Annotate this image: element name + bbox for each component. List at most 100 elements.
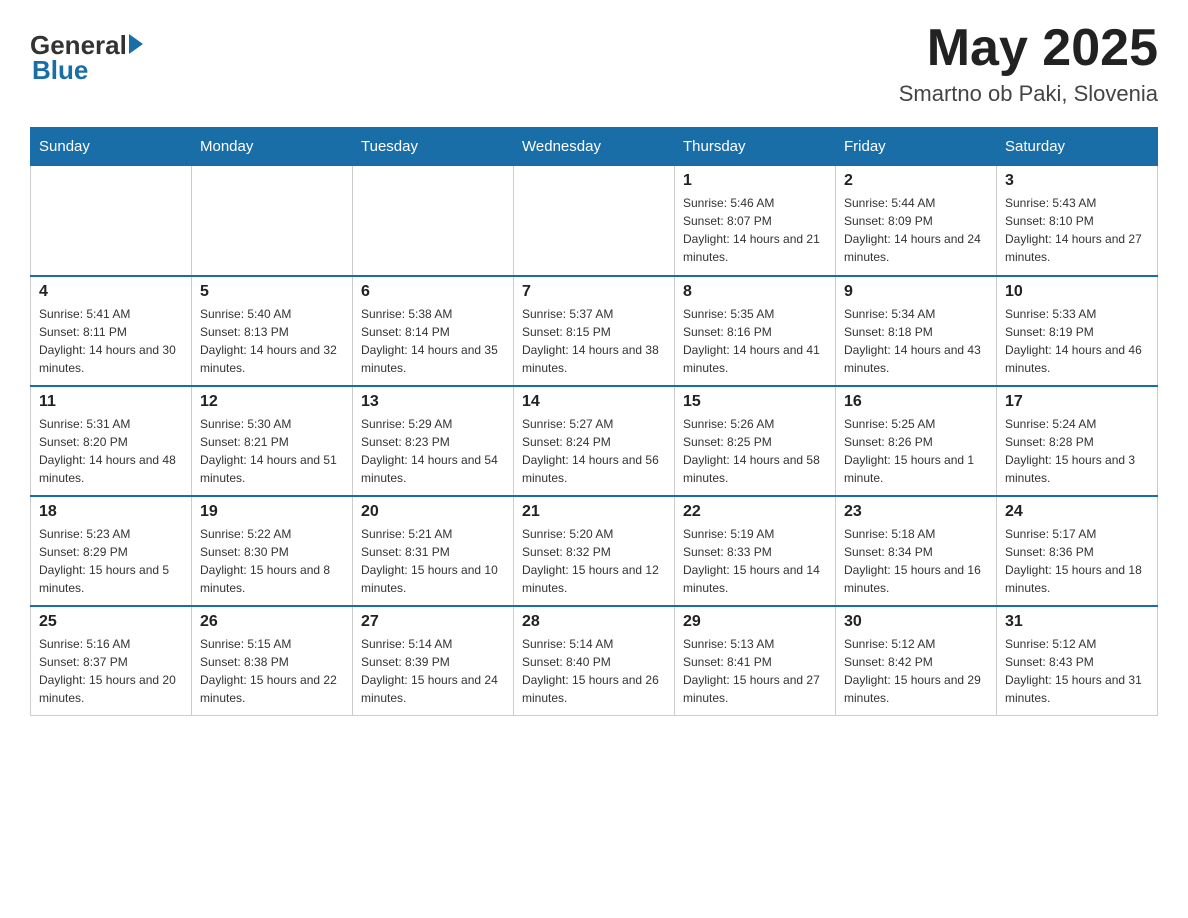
logo-text-container: General Blue xyxy=(30,30,143,86)
day-number: 13 xyxy=(361,393,505,411)
calendar-cell: 29Sunrise: 5:13 AM Sunset: 8:41 PM Dayli… xyxy=(675,606,836,716)
calendar-cell: 11 Sunrise: 5:31 AM Sunset: 8:20 PM Dayli… xyxy=(31,386,192,496)
day-info: Sunrise: 5:18 AM Sunset: 8:34 PM Dayligh… xyxy=(844,525,988,597)
calendar-cell: 25Sunrise: 5:16 AM Sunset: 8:37 PM Dayli… xyxy=(31,606,192,716)
calendar-cell: 3Sunrise: 5:43 AM Sunset: 8:10 PM Daylig… xyxy=(997,166,1158,276)
column-header-tuesday: Tuesday xyxy=(353,128,514,166)
day-number: 19 xyxy=(200,503,344,521)
day-number: 27 xyxy=(361,613,505,631)
day-number: 26 xyxy=(200,613,344,631)
calendar-cell: 27 Sunrise: 5:14 AM Sunset: 8:39 PM Dayli… xyxy=(353,606,514,716)
logo-blue-text: Blue xyxy=(32,55,143,86)
day-number: 12 xyxy=(200,393,344,411)
calendar-cell: 4 Sunrise: 5:41 AM Sunset: 8:11 PM Daylig… xyxy=(31,276,192,386)
calendar-header-row: SundayMondayTuesdayWednesdayThursdayFrid… xyxy=(31,128,1158,166)
day-info: Sunrise: 5:43 AM Sunset: 8:10 PM Dayligh… xyxy=(1005,194,1149,266)
calendar-cell: 12 Sunrise: 5:30 AM Sunset: 8:21 PM Dayli… xyxy=(192,386,353,496)
day-number: 25 xyxy=(39,613,183,631)
calendar-cell: 22Sunrise: 5:19 AM Sunset: 8:33 PM Dayli… xyxy=(675,496,836,606)
calendar-week-row: 4 Sunrise: 5:41 AM Sunset: 8:11 PM Daylig… xyxy=(31,276,1158,386)
day-info: Sunrise: 5:21 AM Sunset: 8:31 PM Dayligh… xyxy=(361,525,505,597)
day-info: Sunrise: 5:24 AM Sunset: 8:28 PM Dayligh… xyxy=(1005,415,1149,487)
calendar-cell xyxy=(31,166,192,276)
day-info: Sunrise: 5:40 AM Sunset: 8:13 PM Dayligh… xyxy=(200,305,344,377)
day-number: 14 xyxy=(522,393,666,411)
calendar-cell: 13 Sunrise: 5:29 AM Sunset: 8:23 PM Dayli… xyxy=(353,386,514,496)
day-info: Sunrise: 5:12 AM Sunset: 8:42 PM Dayligh… xyxy=(844,635,988,707)
day-info: Sunrise: 5:38 AM Sunset: 8:14 PM Dayligh… xyxy=(361,305,505,377)
calendar-title: May 2025 xyxy=(899,20,1158,77)
day-info: Sunrise: 5:22 AM Sunset: 8:30 PM Dayligh… xyxy=(200,525,344,597)
column-header-saturday: Saturday xyxy=(997,128,1158,166)
title-section: May 2025 Smartno ob Paki, Slovenia xyxy=(899,20,1158,107)
day-number: 28 xyxy=(522,613,666,631)
day-info: Sunrise: 5:17 AM Sunset: 8:36 PM Dayligh… xyxy=(1005,525,1149,597)
day-number: 2 xyxy=(844,172,988,190)
page-header: General Blue May 2025 Smartno ob Paki, S… xyxy=(30,20,1158,107)
calendar-cell xyxy=(192,166,353,276)
day-number: 9 xyxy=(844,283,988,301)
logo: General Blue xyxy=(30,30,143,86)
day-number: 23 xyxy=(844,503,988,521)
day-number: 7 xyxy=(522,283,666,301)
calendar-cell: 2Sunrise: 5:44 AM Sunset: 8:09 PM Daylig… xyxy=(836,166,997,276)
day-info: Sunrise: 5:34 AM Sunset: 8:18 PM Dayligh… xyxy=(844,305,988,377)
calendar-cell: 14 Sunrise: 5:27 AM Sunset: 8:24 PM Dayli… xyxy=(514,386,675,496)
day-info: Sunrise: 5:23 AM Sunset: 8:29 PM Dayligh… xyxy=(39,525,183,597)
day-number: 24 xyxy=(1005,503,1149,521)
day-info: Sunrise: 5:25 AM Sunset: 8:26 PM Dayligh… xyxy=(844,415,988,487)
calendar-week-row: 11 Sunrise: 5:31 AM Sunset: 8:20 PM Dayli… xyxy=(31,386,1158,496)
day-number: 11 xyxy=(39,393,183,411)
day-info: Sunrise: 5:37 AM Sunset: 8:15 PM Dayligh… xyxy=(522,305,666,377)
day-number: 21 xyxy=(522,503,666,521)
day-info: Sunrise: 5:33 AM Sunset: 8:19 PM Dayligh… xyxy=(1005,305,1149,377)
column-header-thursday: Thursday xyxy=(675,128,836,166)
day-info: Sunrise: 5:26 AM Sunset: 8:25 PM Dayligh… xyxy=(683,415,827,487)
day-number: 10 xyxy=(1005,283,1149,301)
calendar-cell: 6Sunrise: 5:38 AM Sunset: 8:14 PM Daylig… xyxy=(353,276,514,386)
calendar-cell xyxy=(353,166,514,276)
calendar-cell: 23 Sunrise: 5:18 AM Sunset: 8:34 PM Dayli… xyxy=(836,496,997,606)
day-info: Sunrise: 5:20 AM Sunset: 8:32 PM Dayligh… xyxy=(522,525,666,597)
calendar-cell: 21 Sunrise: 5:20 AM Sunset: 8:32 PM Dayli… xyxy=(514,496,675,606)
day-info: Sunrise: 5:29 AM Sunset: 8:23 PM Dayligh… xyxy=(361,415,505,487)
day-number: 15 xyxy=(683,393,827,411)
column-header-wednesday: Wednesday xyxy=(514,128,675,166)
calendar-cell: 19 Sunrise: 5:22 AM Sunset: 8:30 PM Dayli… xyxy=(192,496,353,606)
calendar-location: Smartno ob Paki, Slovenia xyxy=(899,81,1158,107)
calendar-cell xyxy=(514,166,675,276)
column-header-monday: Monday xyxy=(192,128,353,166)
day-info: Sunrise: 5:27 AM Sunset: 8:24 PM Dayligh… xyxy=(522,415,666,487)
day-info: Sunrise: 5:14 AM Sunset: 8:39 PM Dayligh… xyxy=(361,635,505,707)
day-number: 30 xyxy=(844,613,988,631)
calendar-cell: 26 Sunrise: 5:15 AM Sunset: 8:38 PM Dayli… xyxy=(192,606,353,716)
calendar-cell: 16 Sunrise: 5:25 AM Sunset: 8:26 PM Dayli… xyxy=(836,386,997,496)
day-number: 22 xyxy=(683,503,827,521)
day-info: Sunrise: 5:14 AM Sunset: 8:40 PM Dayligh… xyxy=(522,635,666,707)
day-number: 18 xyxy=(39,503,183,521)
logo-arrow-icon xyxy=(129,34,143,54)
day-number: 8 xyxy=(683,283,827,301)
day-number: 16 xyxy=(844,393,988,411)
calendar-cell: 24 Sunrise: 5:17 AM Sunset: 8:36 PM Dayli… xyxy=(997,496,1158,606)
column-header-sunday: Sunday xyxy=(31,128,192,166)
calendar-week-row: 25Sunrise: 5:16 AM Sunset: 8:37 PM Dayli… xyxy=(31,606,1158,716)
day-number: 31 xyxy=(1005,613,1149,631)
calendar-cell: 30 Sunrise: 5:12 AM Sunset: 8:42 PM Dayli… xyxy=(836,606,997,716)
day-number: 20 xyxy=(361,503,505,521)
day-info: Sunrise: 5:31 AM Sunset: 8:20 PM Dayligh… xyxy=(39,415,183,487)
calendar-cell: 8 Sunrise: 5:35 AM Sunset: 8:16 PM Daylig… xyxy=(675,276,836,386)
day-info: Sunrise: 5:35 AM Sunset: 8:16 PM Dayligh… xyxy=(683,305,827,377)
day-info: Sunrise: 5:46 AM Sunset: 8:07 PM Dayligh… xyxy=(683,194,827,266)
calendar-cell: 17Sunrise: 5:24 AM Sunset: 8:28 PM Dayli… xyxy=(997,386,1158,496)
calendar-cell: 18 Sunrise: 5:23 AM Sunset: 8:29 PM Dayli… xyxy=(31,496,192,606)
day-info: Sunrise: 5:13 AM Sunset: 8:41 PM Dayligh… xyxy=(683,635,827,707)
calendar-cell: 5Sunrise: 5:40 AM Sunset: 8:13 PM Daylig… xyxy=(192,276,353,386)
day-number: 4 xyxy=(39,283,183,301)
day-number: 1 xyxy=(683,172,827,190)
day-info: Sunrise: 5:30 AM Sunset: 8:21 PM Dayligh… xyxy=(200,415,344,487)
calendar-cell: 28 Sunrise: 5:14 AM Sunset: 8:40 PM Dayli… xyxy=(514,606,675,716)
day-info: Sunrise: 5:15 AM Sunset: 8:38 PM Dayligh… xyxy=(200,635,344,707)
calendar-cell: 10 Sunrise: 5:33 AM Sunset: 8:19 PM Dayli… xyxy=(997,276,1158,386)
day-info: Sunrise: 5:41 AM Sunset: 8:11 PM Dayligh… xyxy=(39,305,183,377)
